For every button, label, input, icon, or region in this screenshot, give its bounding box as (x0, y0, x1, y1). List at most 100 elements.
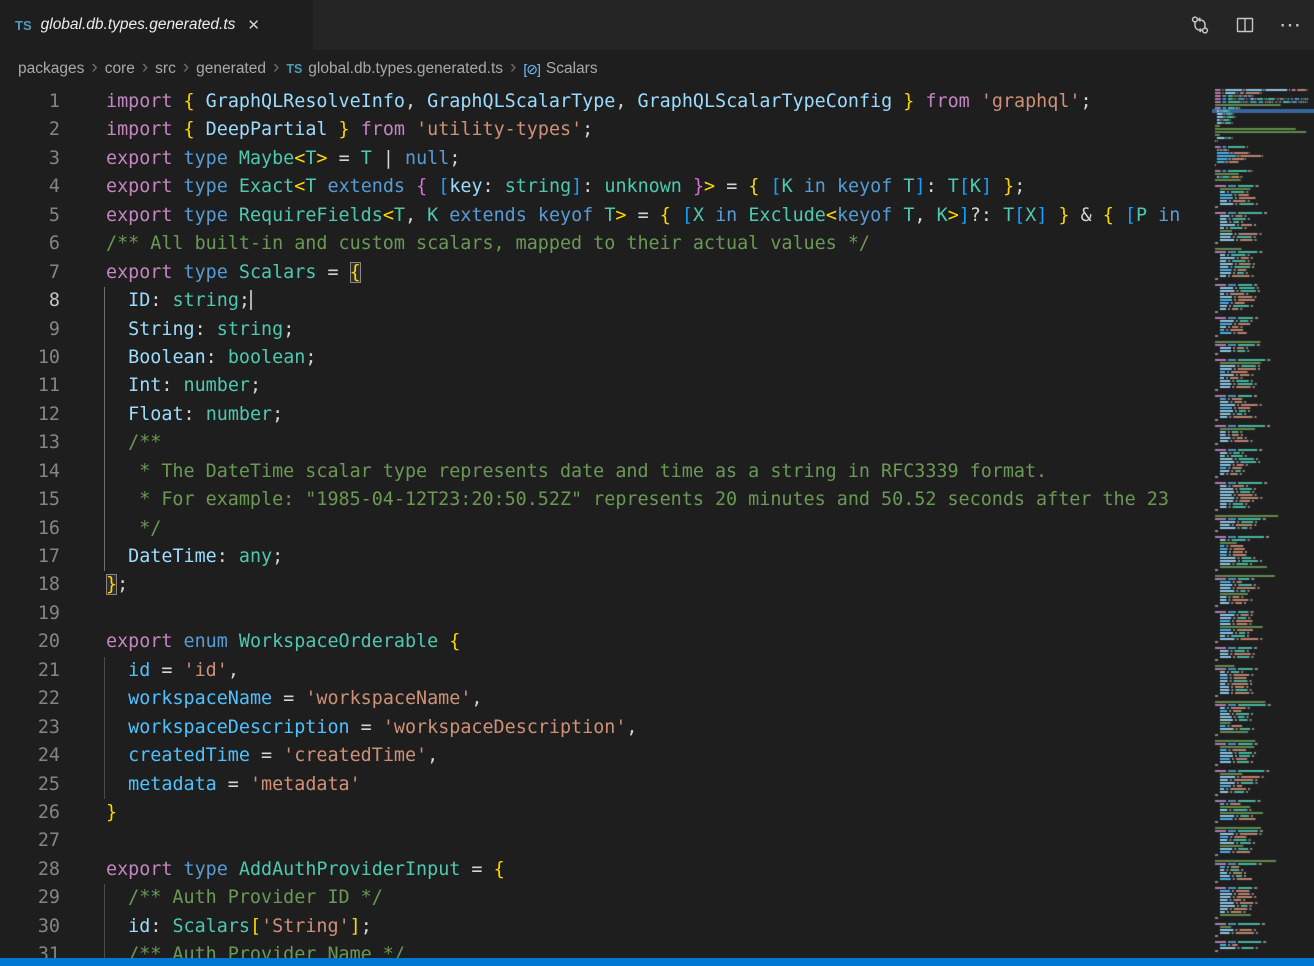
breadcrumb-item-core[interactable]: core (105, 60, 135, 78)
editor-tab[interactable]: TS global.db.types.generated.ts ✕ (0, 0, 313, 50)
code-line[interactable]: 5export type RequireFields<T, K extends … (0, 202, 1205, 230)
code-line[interactable]: 22 workspaceName = 'workspaceName', (0, 685, 1205, 713)
chevron-right-icon: › (510, 57, 516, 79)
line-number[interactable]: 4 (0, 173, 60, 201)
chevron-right-icon: › (91, 57, 97, 79)
code-line[interactable]: 14 * The DateTime scalar type represents… (0, 458, 1205, 486)
line-number[interactable]: 21 (0, 657, 60, 685)
line-number[interactable]: 18 (0, 571, 60, 599)
code-line[interactable]: 9 String: string; (0, 316, 1205, 344)
code-line[interactable]: 29 /** Auth Provider ID */ (0, 884, 1205, 912)
split-editor-icon[interactable] (1235, 15, 1255, 35)
code-line[interactable]: 24 createdTime = 'createdTime', (0, 742, 1205, 770)
tab-title: global.db.types.generated.ts (41, 16, 236, 34)
line-number[interactable]: 11 (0, 372, 60, 400)
indent-guide (104, 657, 105, 685)
close-icon[interactable]: ✕ (247, 16, 260, 34)
breadcrumb: packages › core › src › generated › TS g… (0, 50, 1314, 88)
breadcrumb-symbol-label: Scalars (546, 60, 598, 78)
code-line[interactable]: 12 Float: number; (0, 401, 1205, 429)
code-line[interactable]: 17 DateTime: any; (0, 543, 1205, 571)
code-line[interactable]: 8 ID: string; (0, 287, 1205, 315)
breadcrumb-item-generated[interactable]: generated (196, 60, 266, 78)
code-line[interactable]: 18}; (0, 571, 1205, 599)
line-number[interactable]: 6 (0, 230, 60, 258)
code-line[interactable]: 26} (0, 799, 1205, 827)
line-number[interactable]: 15 (0, 486, 60, 514)
line-number[interactable]: 27 (0, 827, 60, 855)
code-line[interactable]: 10 Boolean: boolean; (0, 344, 1205, 372)
indent-guide (104, 458, 105, 486)
code-line[interactable]: 2import { DeepPartial } from 'utility-ty… (0, 116, 1205, 144)
line-number[interactable]: 12 (0, 401, 60, 429)
code-line[interactable]: 21 id = 'id', (0, 657, 1205, 685)
line-number[interactable]: 13 (0, 429, 60, 457)
typescript-icon: TS (15, 18, 32, 33)
code-line[interactable]: 20export enum WorkspaceOrderable { (0, 628, 1205, 656)
line-number[interactable]: 22 (0, 685, 60, 713)
breadcrumb-item-symbol[interactable]: [⊘] Scalars (523, 60, 597, 78)
chevron-right-icon: › (142, 57, 148, 79)
code-line[interactable]: 25 metadata = 'metadata' (0, 771, 1205, 799)
indent-guide (104, 884, 105, 912)
line-number[interactable]: 16 (0, 515, 60, 543)
indent-guide (104, 287, 105, 315)
line-number[interactable]: 19 (0, 600, 60, 628)
indent-guide (104, 486, 105, 514)
typescript-icon: TS (286, 62, 302, 76)
breadcrumb-item-packages[interactable]: packages (18, 60, 84, 78)
code-line[interactable]: 19 (0, 600, 1205, 628)
line-number[interactable]: 30 (0, 913, 60, 941)
line-number[interactable]: 17 (0, 543, 60, 571)
minimap[interactable] (1212, 88, 1314, 956)
text-cursor (250, 290, 252, 310)
indent-guide (104, 742, 105, 770)
indent-guide (104, 685, 105, 713)
open-changes-icon[interactable] (1189, 14, 1211, 36)
symbol-type-icon: [⊘] (523, 61, 540, 78)
chevron-right-icon: › (183, 57, 189, 79)
line-number[interactable]: 2 (0, 116, 60, 144)
indent-guide (104, 515, 105, 543)
line-number[interactable]: 23 (0, 714, 60, 742)
code-line[interactable]: 6/** All built-in and custom scalars, ma… (0, 230, 1205, 258)
more-actions-icon[interactable]: ⋯ (1279, 14, 1302, 36)
code-line[interactable]: 23 workspaceDescription = 'workspaceDesc… (0, 714, 1205, 742)
code-line[interactable]: 15 * For example: "1985-04-12T23:20:50.5… (0, 486, 1205, 514)
line-number[interactable]: 26 (0, 799, 60, 827)
chevron-right-icon: › (273, 57, 279, 79)
breadcrumb-item-file[interactable]: TS global.db.types.generated.ts (286, 60, 503, 78)
line-number[interactable]: 29 (0, 884, 60, 912)
code-line[interactable]: 16 */ (0, 515, 1205, 543)
code-lines: 1import { GraphQLResolveInfo, GraphQLSca… (0, 88, 1205, 966)
line-number[interactable]: 3 (0, 145, 60, 173)
line-number[interactable]: 24 (0, 742, 60, 770)
code-line[interactable]: 1import { GraphQLResolveInfo, GraphQLSca… (0, 88, 1205, 116)
code-line[interactable]: 7export type Scalars = { (0, 259, 1205, 287)
indent-guide (104, 344, 105, 372)
code-line[interactable]: 30 id: Scalars['String']; (0, 913, 1205, 941)
tab-actions: ⋯ (1189, 0, 1302, 50)
line-number[interactable]: 8 (0, 287, 60, 315)
indent-guide (104, 372, 105, 400)
line-number[interactable]: 28 (0, 856, 60, 884)
line-number[interactable]: 7 (0, 259, 60, 287)
indent-guide (104, 771, 105, 799)
line-number[interactable]: 20 (0, 628, 60, 656)
code-line[interactable]: 4export type Exact<T extends { [key: str… (0, 173, 1205, 201)
indent-guide (104, 401, 105, 429)
code-line[interactable]: 28export type AddAuthProviderInput = { (0, 856, 1205, 884)
code-line[interactable]: 27 (0, 827, 1205, 855)
line-number[interactable]: 1 (0, 88, 60, 116)
line-number[interactable]: 25 (0, 771, 60, 799)
code-line[interactable]: 3export type Maybe<T> = T | null; (0, 145, 1205, 173)
code-editor[interactable]: 1import { GraphQLResolveInfo, GraphQLSca… (0, 88, 1205, 966)
breadcrumb-file-label: global.db.types.generated.ts (308, 60, 503, 78)
line-number[interactable]: 10 (0, 344, 60, 372)
line-number[interactable]: 5 (0, 202, 60, 230)
code-line[interactable]: 13 /** (0, 429, 1205, 457)
line-number[interactable]: 9 (0, 316, 60, 344)
code-line[interactable]: 11 Int: number; (0, 372, 1205, 400)
line-number[interactable]: 14 (0, 458, 60, 486)
breadcrumb-item-src[interactable]: src (155, 60, 176, 78)
